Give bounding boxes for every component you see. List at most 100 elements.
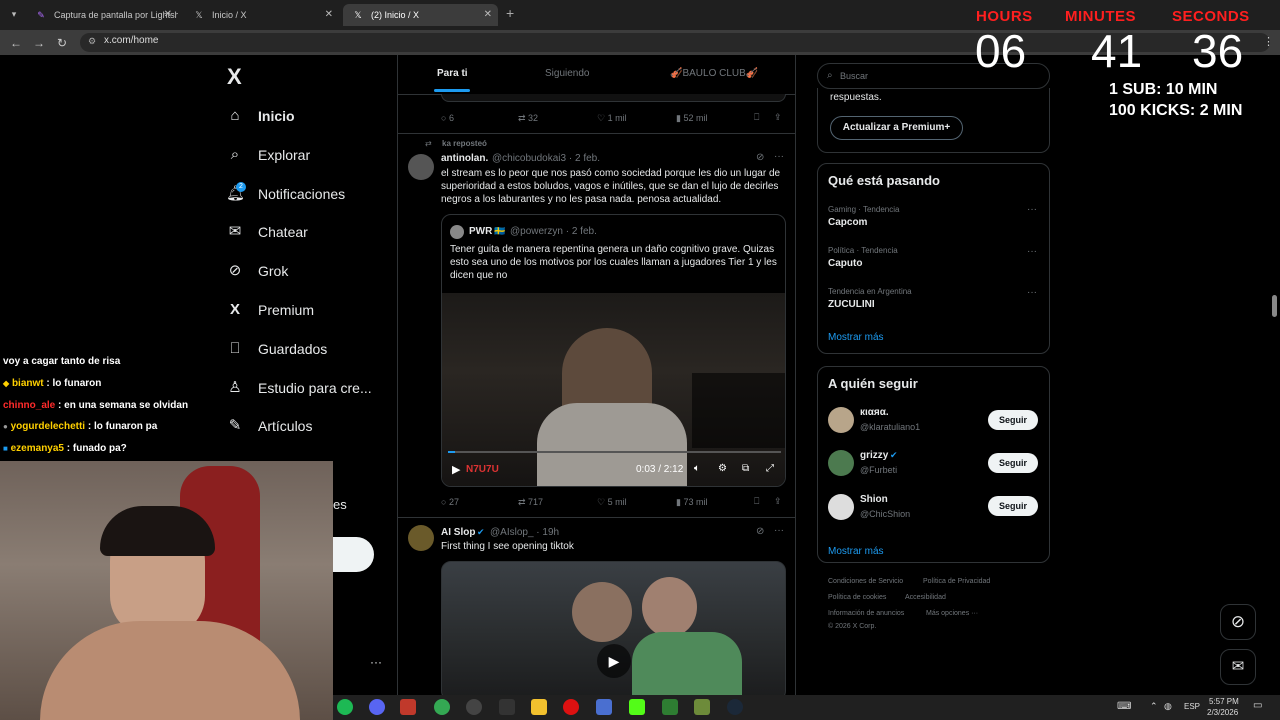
- follow-name[interactable]: Shion: [860, 494, 888, 505]
- keyboard-icon[interactable]: ⌨: [1117, 701, 1131, 712]
- tab-baulo-club[interactable]: 🎻BAULO CLUB🎻: [670, 68, 758, 79]
- previous-media[interactable]: [441, 94, 786, 102]
- follow-handle[interactable]: @klaratuliano1: [860, 422, 920, 432]
- nav-partial-label[interactable]: es: [333, 497, 347, 512]
- show-more-link[interactable]: Mostrar más: [828, 332, 884, 343]
- show-more-link[interactable]: Mostrar más: [828, 546, 884, 557]
- pip-icon[interactable]: ⧉: [742, 463, 749, 474]
- more-options-icon[interactable]: ···: [774, 525, 784, 536]
- notification-center-icon[interactable]: ▭: [1253, 700, 1262, 711]
- scrollbar-thumb[interactable]: [1272, 295, 1277, 317]
- footer-more-link[interactable]: Más opciones ···: [926, 610, 978, 617]
- close-icon[interactable]: ✕: [164, 4, 172, 26]
- clock-time[interactable]: 5:57 PM: [1209, 697, 1239, 706]
- steam-icon[interactable]: [727, 699, 743, 715]
- views-action[interactable]: ▮ 73 mil: [676, 497, 707, 508]
- avatar[interactable]: [408, 525, 434, 551]
- close-icon[interactable]: ✕: [325, 4, 333, 26]
- nav-item-inicio[interactable]: ⌂ Inicio: [226, 104, 294, 128]
- browser-tab-lightshot[interactable]: ✎ Captura de pantalla por Lightsh ✕: [26, 4, 178, 26]
- video-player[interactable]: ▶ N7U7U 0:03 / 2:12 🔈︎ ⚙ ⧉ ⤢: [442, 293, 785, 486]
- network-icon[interactable]: ◍: [1164, 701, 1172, 712]
- browser-tab-x-home-active[interactable]: 𝕏 (2) Inicio / X ✕: [343, 4, 498, 26]
- footer-cookies-link[interactable]: Política de cookies: [828, 594, 886, 601]
- reload-icon[interactable]: ↻: [57, 36, 67, 50]
- video-progress[interactable]: [448, 451, 781, 453]
- footer-accessibility-link[interactable]: Accesibilidad: [905, 594, 946, 601]
- chrome-icon[interactable]: [434, 699, 450, 715]
- more-options-icon[interactable]: ···: [774, 151, 784, 162]
- site-info-icon[interactable]: ⚙: [88, 36, 96, 47]
- reply-action[interactable]: ○ 6: [441, 113, 454, 123]
- close-icon[interactable]: ✕: [484, 4, 492, 26]
- avatar[interactable]: [408, 154, 434, 180]
- post-author-handle[interactable]: @chicobudokai3 · 2 feb.: [492, 153, 600, 164]
- views-action[interactable]: ▮ 52 mil: [676, 113, 707, 124]
- nav-item-chatear[interactable]: ✉ Chatear: [226, 220, 308, 244]
- app-icon[interactable]: [596, 699, 612, 715]
- nav-item-premium[interactable]: X Premium: [226, 298, 314, 322]
- post-author-name[interactable]: AI Slop: [441, 527, 475, 538]
- like-action[interactable]: ♡ 5 mil: [597, 497, 627, 508]
- bookmark-icon[interactable]: ⎕: [754, 496, 759, 507]
- follow-button[interactable]: Seguir: [988, 410, 1038, 430]
- follow-button[interactable]: Seguir: [988, 496, 1038, 516]
- discord-icon[interactable]: [369, 699, 385, 715]
- settings-icon[interactable]: ⚙: [718, 463, 727, 474]
- app-icon[interactable]: [400, 699, 416, 715]
- obs-icon[interactable]: [466, 699, 482, 715]
- nav-item-guardados[interactable]: ⎕ Guardados: [226, 337, 327, 361]
- avatar[interactable]: [828, 450, 854, 476]
- share-icon[interactable]: ⇪: [774, 112, 782, 123]
- trend-item[interactable]: Política · Tendencia Caputo: [828, 246, 898, 269]
- trend-item[interactable]: Tendencia en Argentina ZUCULINI: [828, 287, 912, 310]
- tab-search-icon[interactable]: ▾: [6, 6, 22, 22]
- app-icon[interactable]: [694, 699, 710, 715]
- x-logo[interactable]: X: [227, 64, 242, 90]
- folder-icon[interactable]: [531, 699, 547, 715]
- footer-terms-link[interactable]: Condiciones de Servicio: [828, 578, 903, 585]
- avatar[interactable]: [828, 407, 854, 433]
- tab-siguiendo[interactable]: Siguiendo: [545, 68, 589, 79]
- kick-icon[interactable]: [629, 699, 645, 715]
- repost-action[interactable]: ⇄ 32: [518, 113, 538, 124]
- tab-para-ti[interactable]: Para ti: [437, 68, 468, 79]
- nav-item-notificaciones[interactable]: 🔔︎ 2 Notificaciones: [226, 182, 345, 206]
- upgrade-premium-button[interactable]: Actualizar a Premium+: [830, 116, 963, 140]
- more-icon[interactable]: ···: [370, 655, 382, 669]
- spotify-icon[interactable]: [337, 699, 353, 715]
- follow-handle[interactable]: @Furbeti: [860, 465, 897, 475]
- minecraft-icon[interactable]: [662, 699, 678, 715]
- video-player[interactable]: ▶: [441, 561, 786, 695]
- opera-icon[interactable]: [563, 699, 579, 715]
- nav-item-explorar[interactable]: ⌕ Explorar: [226, 143, 310, 167]
- chevron-up-icon[interactable]: ⌃: [1150, 701, 1158, 712]
- footer-privacy-link[interactable]: Política de Privacidad: [923, 578, 990, 585]
- grok-icon[interactable]: ⊘: [756, 152, 764, 163]
- reposted-by[interactable]: ka reposteó: [442, 139, 487, 148]
- quoted-post[interactable]: PWR 🇸🇪 @powerzyn · 2 feb. Tener guita de…: [441, 214, 786, 487]
- fullscreen-icon[interactable]: ⤢: [766, 463, 774, 474]
- back-icon[interactable]: ←: [10, 36, 22, 50]
- browser-tab-x-home[interactable]: 𝕏 Inicio / X ✕: [184, 4, 339, 26]
- follow-name[interactable]: grizzy: [860, 450, 888, 461]
- more-options-icon[interactable]: ···: [1027, 204, 1037, 215]
- post-button[interactable]: [333, 537, 374, 572]
- mute-icon[interactable]: 🔈︎: [694, 463, 700, 474]
- new-tab-button[interactable]: +: [506, 5, 514, 21]
- repost-action[interactable]: ⇄ 717: [518, 497, 543, 508]
- bookmark-icon[interactable]: ⎕: [754, 112, 759, 123]
- language-indicator[interactable]: ESP: [1184, 702, 1200, 711]
- like-action[interactable]: ♡ 1 mil: [597, 113, 627, 124]
- grok-float-button[interactable]: ⊘: [1220, 604, 1256, 640]
- follow-button[interactable]: Seguir: [988, 453, 1038, 473]
- post-author-handle[interactable]: @AIslop_ · 19h: [490, 527, 559, 538]
- url-text[interactable]: x.com/home: [104, 35, 158, 46]
- app-icon[interactable]: [499, 699, 515, 715]
- forward-icon[interactable]: →: [33, 36, 45, 50]
- more-options-icon[interactable]: ···: [1027, 287, 1037, 298]
- nav-item-estudio[interactable]: ♙ Estudio para cre...: [226, 376, 371, 400]
- follow-name[interactable]: кιαяα.: [860, 407, 889, 418]
- browser-menu-icon[interactable]: ⋮: [1263, 35, 1274, 48]
- grok-icon[interactable]: ⊘: [756, 526, 764, 537]
